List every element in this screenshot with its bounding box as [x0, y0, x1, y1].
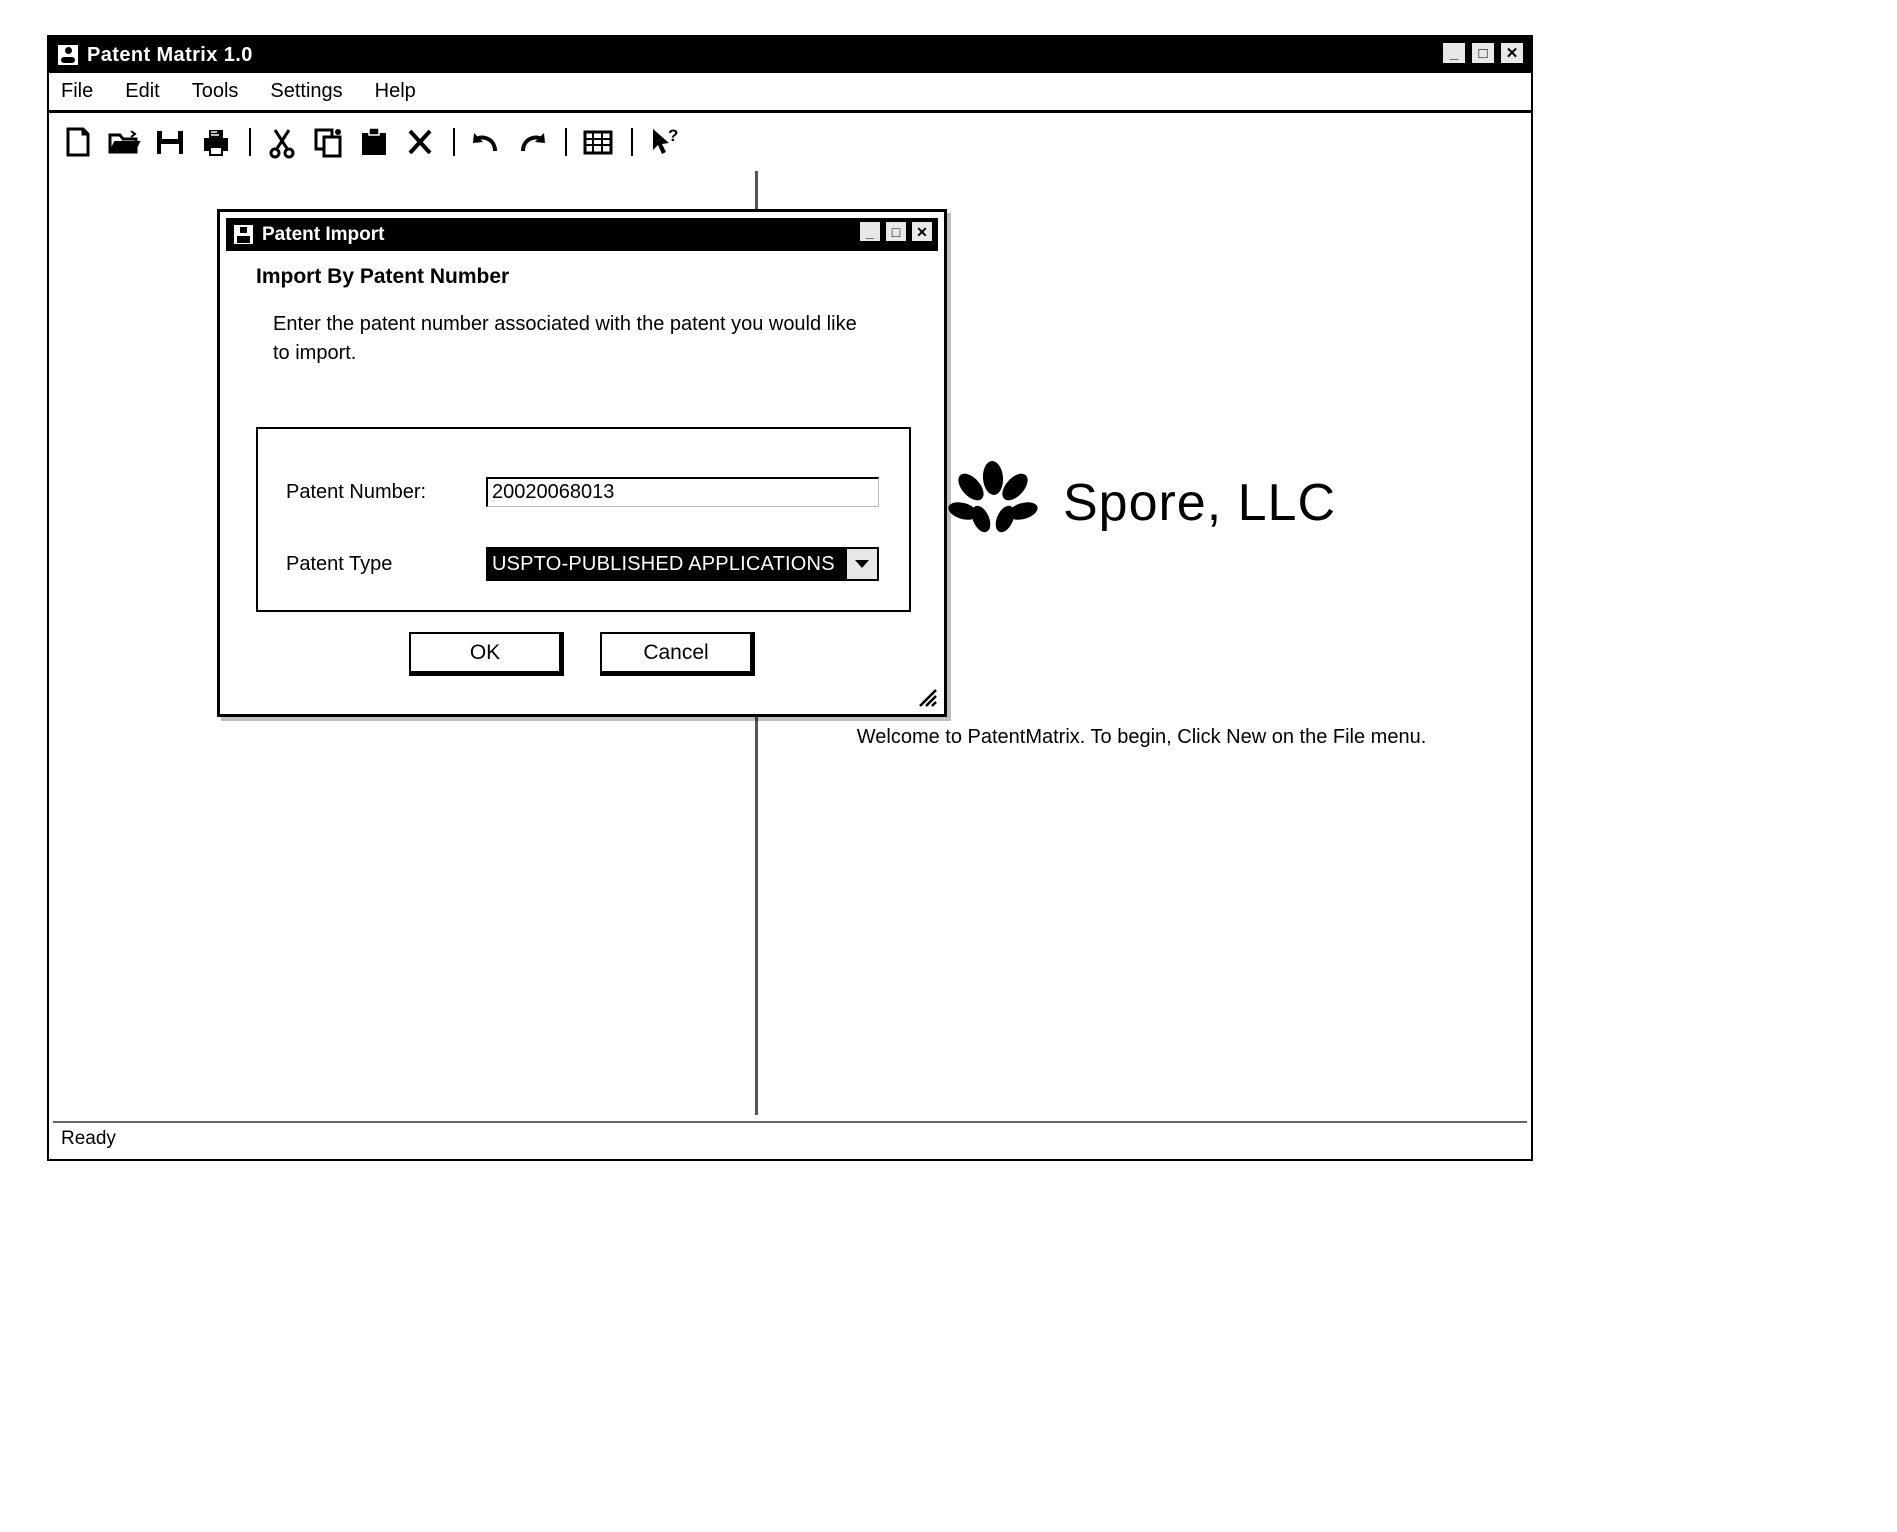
status-text: Ready: [61, 1128, 116, 1149]
menu-item-help[interactable]: Help: [375, 80, 416, 103]
report-grid-icon[interactable]: [579, 123, 617, 161]
dialog-window-controls: _ □ ✕: [858, 220, 934, 243]
dialog-maximize-button[interactable]: □: [884, 220, 908, 243]
toolbar-separator: [565, 128, 567, 156]
menu-bar: File Edit Tools Settings Help: [49, 73, 1531, 113]
dialog-minimize-button[interactable]: _: [858, 220, 882, 243]
toolbar-separator: [453, 128, 455, 156]
patent-fields-group: Patent Number: Patent Type USPTO-PUBLISH…: [256, 427, 911, 612]
menu-item-settings[interactable]: Settings: [270, 80, 342, 103]
window-controls: _ □ ✕: [1441, 41, 1525, 65]
resize-grip[interactable]: [916, 686, 938, 708]
toolbar: ?: [49, 116, 1531, 168]
application-window: Patent Matrix 1.0 _ □ ✕ File Edit Tools …: [47, 35, 1533, 1161]
dialog-title-bar: Patent Import _ □ ✕: [226, 218, 938, 251]
menu-item-tools[interactable]: Tools: [192, 80, 239, 103]
chevron-down-icon[interactable]: [845, 549, 877, 579]
patent-import-dialog: Patent Import _ □ ✕ Import By Patent Num…: [217, 209, 947, 717]
cancel-button[interactable]: Cancel: [600, 632, 755, 676]
dialog-heading: Import By Patent Number: [256, 265, 510, 288]
new-document-icon[interactable]: [59, 123, 97, 161]
delete-x-icon[interactable]: [401, 123, 439, 161]
close-button[interactable]: ✕: [1499, 41, 1525, 65]
welcome-message: Welcome to PatentMatrix. To begin, Click…: [856, 726, 1427, 748]
patent-type-label: Patent Type: [286, 552, 393, 575]
save-icon[interactable]: [151, 123, 189, 161]
menu-item-edit[interactable]: Edit: [125, 80, 159, 103]
brand-name: Spore, LLC: [1062, 473, 1337, 532]
window-title: Patent Matrix 1.0: [87, 43, 253, 66]
dialog-title: Patent Import: [262, 223, 385, 245]
redo-arrow-icon[interactable]: [513, 123, 551, 161]
copy-icon[interactable]: [309, 123, 347, 161]
title-bar: Patent Matrix 1.0 _ □ ✕: [49, 37, 1531, 73]
dialog-button-row: OK Cancel: [220, 632, 944, 676]
menu-item-file[interactable]: File: [61, 80, 93, 103]
minimize-button[interactable]: _: [1441, 41, 1467, 65]
dialog-close-button[interactable]: ✕: [910, 220, 934, 243]
patent-number-label: Patent Number:: [286, 480, 427, 503]
patent-type-combobox[interactable]: USPTO-PUBLISHED APPLICATIONS: [486, 547, 879, 581]
ok-button[interactable]: OK: [409, 632, 564, 676]
help-pointer-icon[interactable]: ?: [645, 123, 683, 161]
cut-scissors-icon[interactable]: [263, 123, 301, 161]
patent-type-selected-value: USPTO-PUBLISHED APPLICATIONS: [488, 549, 845, 579]
print-icon[interactable]: [197, 123, 235, 161]
maximize-button[interactable]: □: [1470, 41, 1496, 65]
patent-type-row: Patent Type USPTO-PUBLISHED APPLICATIONS: [286, 547, 879, 581]
patent-number-row: Patent Number:: [286, 477, 879, 507]
paste-icon[interactable]: [355, 123, 393, 161]
patent-import-icon: [233, 224, 254, 245]
toolbar-separator: [631, 128, 633, 156]
svg-text:?: ?: [668, 126, 678, 145]
toolbar-separator: [249, 128, 251, 156]
status-bar: Ready: [53, 1121, 1527, 1155]
undo-arrow-icon[interactable]: [467, 123, 505, 161]
app-matrix-icon: [57, 44, 79, 66]
dialog-instruction-text: Enter the patent number associated with …: [273, 313, 857, 364]
patent-number-input[interactable]: [486, 477, 879, 507]
open-folder-icon[interactable]: [105, 123, 143, 161]
spore-flower-logo: [947, 461, 1039, 544]
